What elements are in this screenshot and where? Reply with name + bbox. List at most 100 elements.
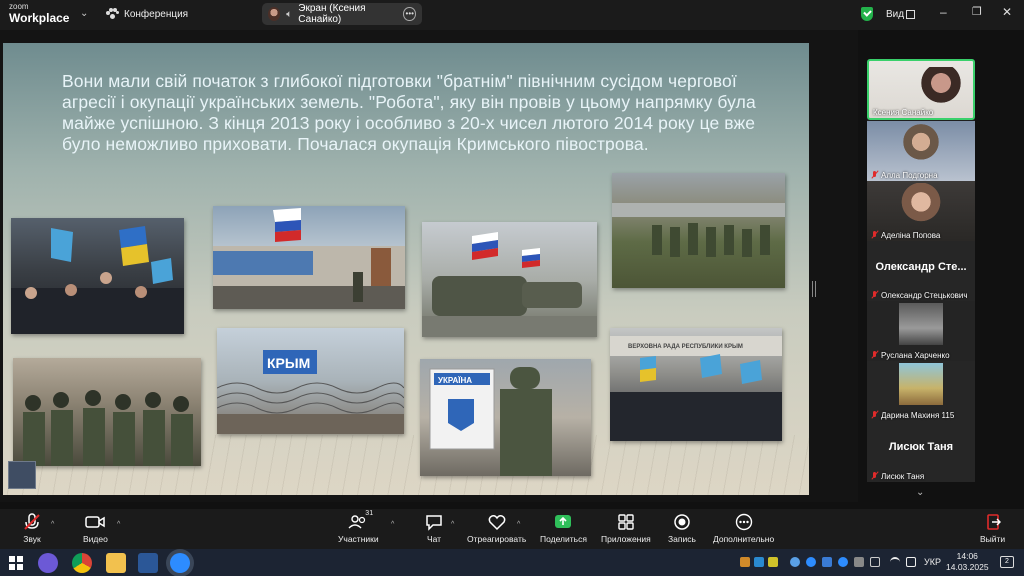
muted-mic-icon — [871, 171, 878, 179]
tray-app-icon[interactable] — [740, 557, 750, 567]
participant-display-name: Олександр Сте... — [875, 261, 967, 273]
participant-name: Алла Подгорна — [881, 171, 938, 180]
react-caret-icon[interactable]: ^ — [517, 521, 520, 528]
tray-app-icon[interactable] — [854, 557, 864, 567]
video-options-caret-icon[interactable]: ^ — [117, 521, 120, 528]
chat-caret-icon[interactable]: ^ — [451, 521, 454, 528]
bluetooth-icon[interactable] — [822, 557, 832, 567]
restore-icon[interactable]: ❐ — [972, 5, 982, 18]
participant-name: Олександр Стецькович — [881, 291, 968, 300]
photo-rada-crowd: ВЕРХОВНА РАДА РЕСПУБЛИКИ КРЫМ — [610, 328, 782, 441]
windows-start-icon[interactable] — [6, 553, 26, 573]
participant-video — [899, 363, 943, 405]
title-bar: zoom Workplace ⌄ Конференция 🔈︎ Экран (К… — [0, 0, 1024, 30]
chrome-icon[interactable] — [72, 553, 92, 573]
leave-label: Выйти — [980, 534, 1006, 544]
zoom-taskbar-icon[interactable] — [170, 553, 190, 573]
notification-icon[interactable]: 2 — [1000, 556, 1014, 568]
tray-app-icon[interactable] — [768, 557, 778, 567]
tray-zoom-icon[interactable] — [838, 557, 848, 567]
speaker-icon: 🔈︎ — [286, 8, 293, 20]
chat-bubble-icon — [424, 512, 444, 532]
word-icon[interactable] — [138, 553, 158, 573]
paw-icon — [106, 8, 119, 20]
record-icon — [672, 512, 692, 532]
encryption-shield-icon[interactable] — [861, 7, 873, 21]
participant-video — [899, 123, 943, 165]
slide-decoration-square — [8, 461, 36, 489]
participant-tile-4[interactable]: Руслана Харченко — [867, 301, 975, 361]
participant-tile-2[interactable]: Аделіна Попова — [867, 181, 975, 241]
chat-label: Чат — [426, 534, 442, 544]
photo-protest-flags — [11, 218, 184, 334]
chat-button[interactable]: Чат — [424, 512, 444, 544]
participant-name: Ксения Санайко — [873, 108, 934, 117]
chevron-down-icon[interactable]: ⌄ — [80, 8, 88, 19]
participant-video — [899, 303, 943, 345]
krym-sign: КРЫМ — [267, 355, 310, 371]
ukraina-sign: УКРАЇНА — [438, 376, 472, 385]
tray-app-icon[interactable] — [806, 557, 816, 567]
photo-marching-soldiers — [612, 173, 785, 288]
leave-button[interactable]: Выйти — [980, 512, 1005, 544]
react-button[interactable]: Отреагировать — [467, 512, 526, 544]
avatar — [268, 7, 281, 21]
photo-krym-checkpoint: КРЫМ — [217, 328, 404, 434]
system-clock[interactable]: 14:06 14.03.2025 — [946, 551, 989, 573]
participants-icon: 31 — [347, 510, 373, 532]
brand-small: zoom — [9, 2, 29, 11]
participant-tile-3[interactable]: Олександр Сте... Олександр Стецькович — [867, 241, 975, 301]
panel-resize-handle[interactable] — [812, 281, 816, 297]
meeting-info-button[interactable]: Конференция — [106, 8, 188, 20]
participant-tile-0[interactable]: Ксения Санайко — [867, 59, 975, 120]
more-dots-icon — [734, 512, 754, 532]
share-label: Экран (Ксения Санайко) — [298, 3, 366, 25]
record-button[interactable]: Запись — [668, 512, 696, 544]
participants-button[interactable]: 31 Участники — [338, 510, 379, 544]
volume-icon[interactable] — [906, 557, 916, 567]
video-button[interactable]: Видео — [83, 512, 108, 544]
audio-options-caret-icon[interactable]: ^ — [51, 521, 54, 528]
tray-app-icon[interactable] — [754, 557, 764, 567]
participant-name: Лисюк Таня — [881, 472, 925, 481]
mute-button[interactable]: Звук — [22, 512, 42, 544]
keyboard-language[interactable]: УКР — [924, 557, 941, 567]
more-icon[interactable]: ••• — [403, 7, 416, 21]
viber-icon[interactable] — [38, 553, 58, 573]
participants-count: 31 — [365, 510, 374, 517]
muted-mic-icon — [871, 231, 878, 239]
minimize-icon[interactable]: – — [940, 5, 947, 19]
share-indicator[interactable]: 🔈︎ Экран (Ксения Санайко) ••• — [262, 3, 422, 25]
participant-name: Аделіна Попова — [881, 231, 941, 240]
photo-building-flags — [213, 206, 405, 309]
participant-tile-6[interactable]: Лисюк Таня Лисюк Таня — [867, 421, 975, 482]
meeting-toolbar: Звук ^ Видео ^ 31 Участники ^ Чат ^ Отре… — [0, 509, 1024, 549]
tray-app-icon[interactable] — [790, 557, 800, 567]
participant-tile-1[interactable]: Алла Подгорна — [867, 121, 975, 181]
file-explorer-icon[interactable] — [106, 553, 126, 573]
participant-name: Дарина Махиня 115 — [881, 411, 955, 420]
more-button[interactable]: Дополнительно — [713, 512, 774, 544]
clock-time: 14:06 — [956, 551, 978, 561]
photo-apc-flags — [422, 222, 597, 337]
photo-soldier-ukraina: УКРАЇНА — [420, 359, 591, 476]
tray-app-icon[interactable] — [870, 557, 880, 567]
notification-count: 2 — [1005, 558, 1009, 565]
grid-view-icon[interactable] — [906, 10, 915, 19]
apps-label: Приложения — [601, 534, 651, 544]
wifi-icon[interactable] — [890, 557, 900, 567]
participant-tile-5[interactable]: Дарина Махиня 115 — [867, 361, 975, 421]
close-icon[interactable]: ✕ — [1002, 5, 1012, 19]
share-screen-button[interactable]: Поделиться — [540, 512, 587, 544]
muted-mic-icon — [871, 291, 878, 299]
participants-caret-icon[interactable]: ^ — [391, 521, 394, 528]
video-camera-icon — [84, 512, 106, 532]
react-label: Отреагировать — [467, 534, 527, 544]
view-button[interactable]: Вид — [886, 9, 904, 20]
scroll-down-chevron-icon[interactable]: ⌄ — [916, 487, 924, 498]
clock-date: 14.03.2025 — [946, 562, 989, 572]
apps-button[interactable]: Приложения — [601, 512, 651, 544]
muted-mic-icon — [871, 411, 878, 419]
muted-mic-icon — [871, 351, 878, 359]
rada-sign: ВЕРХОВНА РАДА РЕСПУБЛИКИ КРЫМ — [628, 344, 743, 350]
